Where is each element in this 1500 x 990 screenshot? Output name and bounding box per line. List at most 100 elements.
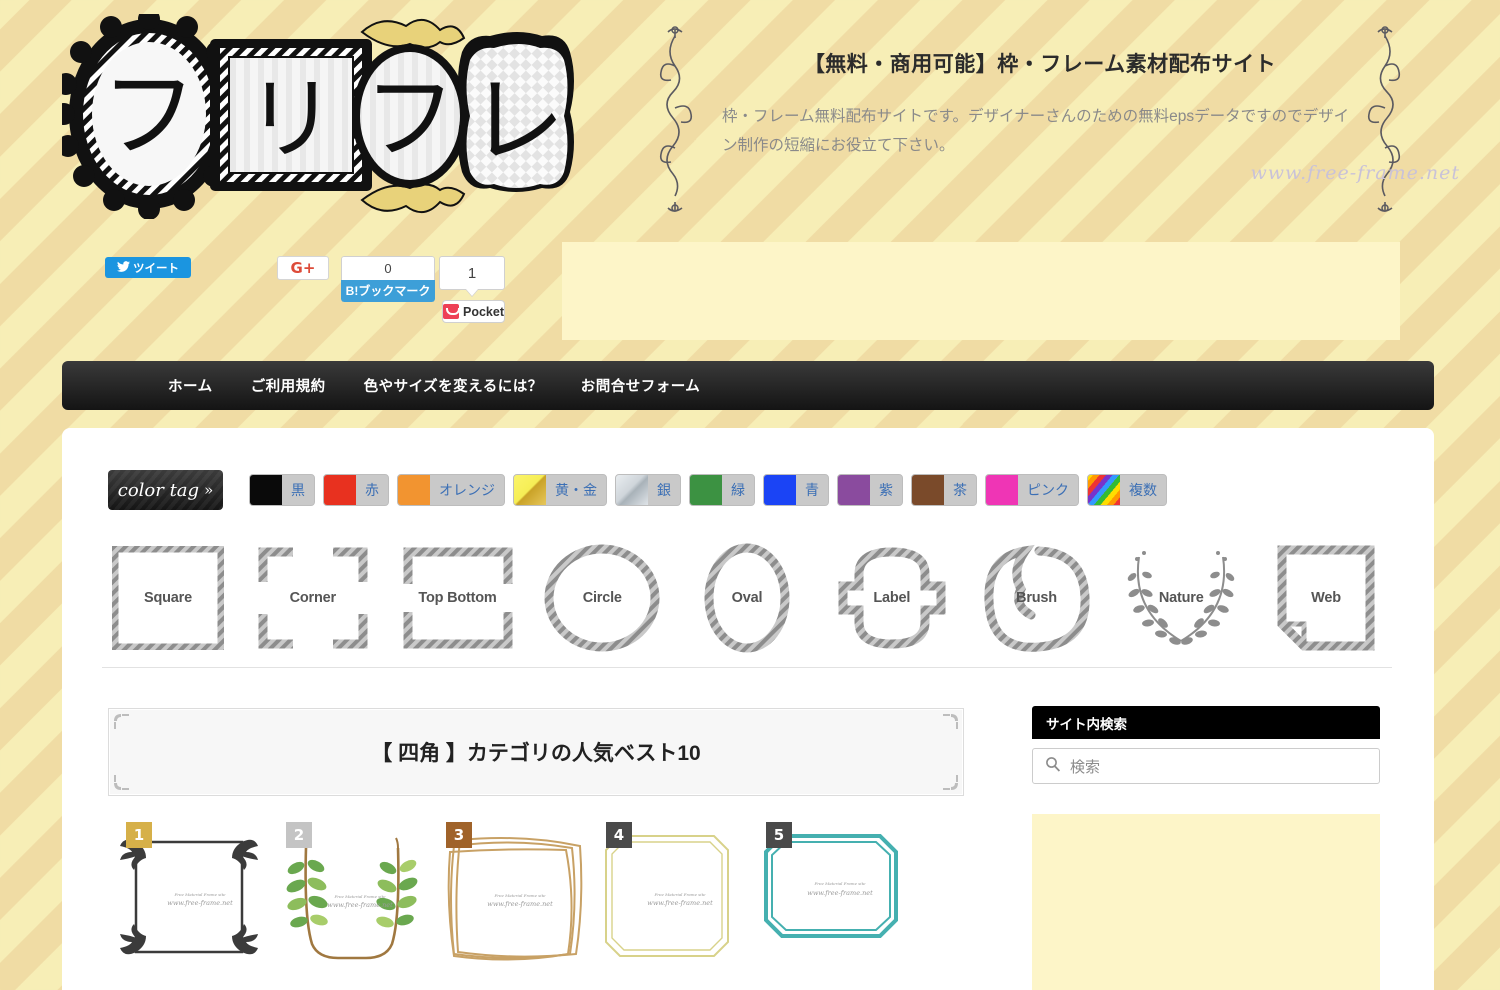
- frame-watermark: Free Material Frame site www.free-frame.n…: [647, 892, 713, 908]
- page-header: フ リ フ レ 【無料・商用可能】枠・フレーム素材配布サイト 枠・フレーム無料配…: [0, 0, 1500, 240]
- color-tag-6[interactable]: 青: [763, 474, 829, 506]
- nav-item-terms[interactable]: ご利用規約: [251, 375, 326, 396]
- section-title: 【 四角 】カテゴリの人気ベスト10: [108, 708, 964, 796]
- color-tag-label: 青: [796, 475, 828, 505]
- content-card: color tag » 黒 赤 オレンジ 黄・金 銀 緑 青 紫 茶 ピンク 複数 Square C…: [62, 428, 1434, 990]
- color-swatch: [1088, 475, 1120, 505]
- color-swatch: [250, 475, 282, 505]
- color-swatch: [616, 475, 648, 505]
- frame-thumbnail[interactable]: 5 Free Material Frame site www.free-frame.…: [748, 822, 908, 982]
- gplus-button[interactable]: G+: [277, 256, 329, 280]
- color-tag-label: 紫: [870, 475, 902, 505]
- color-tag-5[interactable]: 緑: [689, 474, 755, 506]
- header-text-block: 【無料・商用可能】枠・フレーム素材配布サイト 枠・フレーム無料配布サイトです。デ…: [700, 48, 1380, 161]
- color-tag-label: ピンク: [1018, 475, 1078, 505]
- nav-item-home[interactable]: ホーム: [168, 375, 213, 396]
- double-chevron-icon: »: [204, 481, 214, 499]
- color-tag-10[interactable]: 複数: [1087, 474, 1167, 506]
- color-tag-label: 複数: [1120, 475, 1166, 505]
- pocket-label: Pocket: [463, 304, 504, 319]
- shape-category-label[interactable]: Label: [826, 546, 958, 650]
- color-tag-2[interactable]: オレンジ: [397, 474, 505, 506]
- sidebar-ad-placeholder: [1032, 814, 1380, 990]
- frame-artwork: Free Material Frame site www.free-frame.n…: [440, 830, 600, 973]
- search-input[interactable]: 検索: [1070, 756, 1100, 777]
- popular-frames-grid: 1 Free Material Frame site www.free-frame.…: [108, 822, 964, 982]
- search-box[interactable]: 検索: [1032, 748, 1380, 784]
- color-tag-8[interactable]: 茶: [911, 474, 977, 506]
- page-title: 【無料・商用可能】枠・フレーム素材配布サイト: [803, 53, 1277, 76]
- frame-artwork: Free Material Frame site www.free-frame.n…: [600, 830, 760, 971]
- frame-thumbnail[interactable]: 2 Free Material Frame site www.free-frame.…: [268, 822, 428, 982]
- shape-label: Label: [873, 589, 911, 606]
- hatena-label: B!ブックマーク: [341, 280, 435, 302]
- pocket-icon: [443, 304, 460, 319]
- search-icon: [1045, 756, 1061, 777]
- search-widget-title: サイト内検索: [1032, 706, 1380, 739]
- shape-category-corner[interactable]: Corner: [247, 546, 379, 650]
- rank-badge: 4: [606, 822, 632, 848]
- svg-text:リ: リ: [246, 67, 336, 172]
- shape-label: Web: [1311, 589, 1341, 606]
- color-tag-7[interactable]: 紫: [837, 474, 903, 506]
- tweet-button[interactable]: ツイート: [105, 257, 191, 278]
- color-tag-4[interactable]: 銀: [615, 474, 681, 506]
- shape-category-nature[interactable]: Nature: [1115, 547, 1247, 649]
- color-tag-label: 茶: [944, 475, 976, 505]
- color-tag-9[interactable]: ピンク: [985, 474, 1079, 506]
- header-ad-placeholder: [562, 242, 1400, 340]
- shape-category-brush[interactable]: Brush: [971, 543, 1103, 653]
- nav-item-howto[interactable]: 色やサイズを変えるには？: [364, 375, 543, 396]
- rank-badge: 5: [766, 822, 792, 848]
- main-column: 【 四角 】カテゴリの人気ベスト10 1 Free Material Frame …: [108, 708, 964, 982]
- section-title-text: 【 四角 】カテゴリの人気ベスト10: [371, 742, 701, 765]
- frame-thumbnail[interactable]: 3 Free Material Frame site www.free-frame.…: [428, 822, 588, 982]
- color-tag-0[interactable]: 黒: [249, 474, 315, 506]
- color-tag-badge-label: color tag: [117, 479, 200, 501]
- frame-watermark: Free Material Frame site www.free-frame.n…: [167, 892, 233, 908]
- frame-watermark: Free Material Frame site www.free-frame.n…: [487, 892, 553, 909]
- shape-category-circle[interactable]: Circle: [536, 544, 668, 652]
- color-tag-label: 黄・金: [546, 475, 606, 505]
- color-tag-filter: color tag » 黒 赤 オレンジ 黄・金 銀 緑 青 紫 茶 ピンク 複数: [108, 463, 1388, 517]
- pocket-count: 1: [439, 256, 505, 290]
- pocket-button-group[interactable]: 1 Pocket: [439, 256, 505, 323]
- color-tag-badge: color tag »: [108, 470, 223, 510]
- tweet-label: ツイート: [133, 262, 179, 275]
- color-swatch: [912, 475, 944, 505]
- pocket-button[interactable]: Pocket: [442, 300, 505, 323]
- shape-label: Top Bottom: [418, 589, 497, 606]
- gplus-icon: G+: [290, 259, 316, 277]
- shape-label: Oval: [731, 589, 763, 606]
- hatena-bookmark-button[interactable]: 0 B!ブックマーク: [341, 256, 435, 302]
- color-swatch: [986, 475, 1018, 505]
- site-logo[interactable]: フ リ フ レ: [62, 14, 582, 219]
- twitter-icon: [117, 260, 130, 275]
- color-tag-label: 緑: [722, 475, 754, 505]
- corner-ornament-icon: [941, 773, 959, 791]
- shape-category-oval[interactable]: Oval: [681, 543, 813, 653]
- corner-ornament-icon: [113, 773, 131, 791]
- frame-thumbnail[interactable]: 4 Free Material Frame site www.free-frame.…: [588, 822, 748, 982]
- shape-category-topbottom[interactable]: Top Bottom: [392, 546, 524, 650]
- shape-category-web[interactable]: Web: [1260, 544, 1392, 652]
- color-swatch: [838, 475, 870, 505]
- shape-label: Circle: [582, 589, 622, 606]
- rank-badge: 1: [126, 822, 152, 848]
- color-swatch: [514, 475, 546, 505]
- shape-label: Nature: [1158, 589, 1204, 606]
- main-navigation: ホーム ご利用規約 色やサイズを変えるには？ お問合せフォーム: [62, 361, 1434, 410]
- shape-label: Brush: [1016, 589, 1057, 606]
- color-tag-3[interactable]: 黄・金: [513, 474, 607, 506]
- corner-ornament-icon: [113, 713, 131, 731]
- shape-label: Square: [144, 589, 192, 606]
- color-swatch: [764, 475, 796, 505]
- nav-item-contact[interactable]: お問合せフォーム: [581, 375, 701, 396]
- svg-text:レ: レ: [469, 65, 565, 177]
- shape-category-square[interactable]: Square: [102, 545, 234, 650]
- flourish-ornament-left: [652, 22, 698, 214]
- rank-badge: 2: [286, 822, 312, 848]
- color-tag-1[interactable]: 赤: [323, 474, 389, 506]
- corner-ornament-icon: [941, 713, 959, 731]
- frame-thumbnail[interactable]: 1 Free Material Frame site www.free-frame.…: [108, 822, 268, 982]
